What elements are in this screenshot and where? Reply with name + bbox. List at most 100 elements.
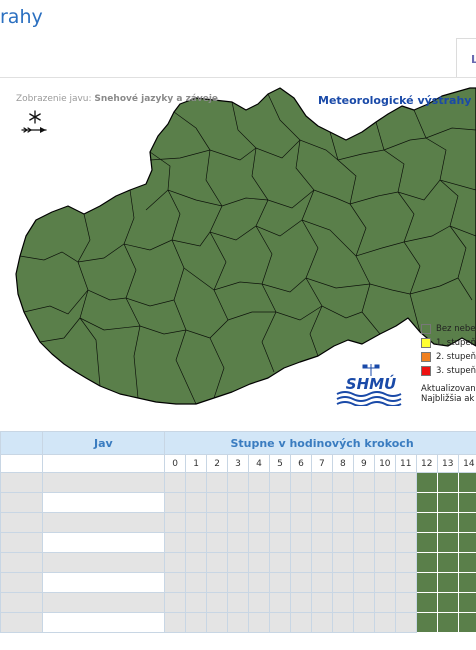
hour-slot-cell [373,532,396,553]
phenomenon-cell [41,572,166,593]
hour-slot-cell [268,512,291,533]
warning-cell [457,592,476,613]
phenomenon-cell [41,552,166,573]
table-row[interactable] [0,512,476,533]
hour-cell: 2 [206,454,229,473]
hour-slot-cell [352,532,375,553]
hour-slot-cell [352,612,375,633]
phenomenon-cell [41,532,166,553]
legend-item: Bez nebez [421,322,476,336]
table-row[interactable] [0,472,476,493]
table-row[interactable] [0,532,476,553]
hour-slot-cell [352,472,375,493]
hour-slot-cell [310,572,333,593]
tab-l[interactable]: L [456,38,476,78]
hour-slot-cell [227,592,250,613]
legend-label: 2. stupeň [436,352,476,362]
update-info: Aktualizovan Najbližšia ak [421,384,476,404]
hour-slot-cell [227,612,250,633]
page-title: rahy [0,6,43,28]
legend-item: 2. stupeň [421,350,476,364]
hour-slot-cell [310,592,333,613]
hour-slot-cell [394,592,417,613]
hour-slot-cell [289,472,312,493]
warning-cell [415,572,438,593]
hour-slot-cell [164,592,187,613]
hour-slot-cell [373,552,396,573]
phenomenon-column-header: Jav [41,431,166,455]
hour-slot-cell [352,592,375,613]
legend-swatch [421,338,431,348]
warning-cell [415,512,438,533]
hour-slot-cell [164,552,187,573]
table-row[interactable] [0,572,476,593]
warning-cell [415,612,438,633]
hour-slot-cell [248,612,270,633]
hour-slot-cell [227,472,250,493]
hour-slot-cell [164,612,187,633]
hour-slot-cell [331,472,354,493]
hour-slot-cell [310,552,333,573]
phenomenon-cell [41,592,166,613]
update-next: Najbližšia ak [421,394,475,404]
hour-slot-cell [310,612,333,633]
map-title: Meteorologické výstrahy na [318,94,476,107]
warning-cell [436,472,459,493]
table-row[interactable] [0,592,476,613]
hour-slot-cell [164,492,187,513]
hour-cell: 10 [373,454,396,473]
snow-drift-icon [21,110,47,133]
legend-swatch [421,352,431,362]
warning-cell [415,472,438,493]
hour-slot-cell [185,552,208,573]
region-cell [0,572,43,593]
hour-slot-cell [268,552,291,573]
legend-item: 1. stupeň [421,336,476,350]
hour-slot-cell [373,512,396,533]
region-cell [0,592,43,613]
hour-slot-cell [268,572,291,593]
phenomenon-cell [41,512,166,533]
warning-cell [436,572,459,593]
hour-slot-cell [185,532,208,553]
hour-slot-cell [185,592,208,613]
hour-slot-cell [164,532,187,553]
hour-slot-cell [206,572,229,593]
hour-slot-cell [394,572,417,593]
warning-cell [436,512,459,533]
warning-cell [436,492,459,513]
hour-slot-cell [289,612,312,633]
hour-slot-cell [227,532,250,553]
warning-cell [415,552,438,573]
hour-cell: 5 [268,454,291,473]
table-row[interactable] [0,492,476,513]
hour-cell: 1 [185,454,208,473]
hour-slot-cell [289,552,312,573]
map-legend: Bez nebez 1. stupeň 2. stupeň 3. stupeň [421,322,476,378]
hour-slot-cell [227,572,250,593]
hour-cell: 14 [457,454,476,473]
hour-slot-cell [289,592,312,613]
shmu-logo: SHMÚ [333,362,409,407]
phenomenon-cell [41,472,166,493]
display-phenomenon-label: Zobrazenie javu: Snehové jazyky a záveje [16,94,219,104]
hour-slot-cell [373,572,396,593]
legend-label: 1. stupeň [436,338,476,348]
hour-slot-cell [331,532,354,553]
hour-cell: 12 [415,454,438,473]
warning-cell [415,532,438,553]
hour-slot-cell [331,552,354,573]
legend-swatch [421,366,431,376]
table-row[interactable] [0,612,476,633]
region-column-header [0,431,43,455]
hour-slot-cell [164,472,187,493]
hour-slot-cell [394,472,417,493]
hour-slot-cell [289,512,312,533]
table-row[interactable] [0,552,476,573]
hour-slot-cell [185,512,208,533]
warning-cell [457,612,476,633]
phenomenon-cell [41,492,166,513]
svg-text:SHMÚ: SHMÚ [346,374,396,393]
warning-cell [436,532,459,553]
hour-slot-cell [206,512,229,533]
